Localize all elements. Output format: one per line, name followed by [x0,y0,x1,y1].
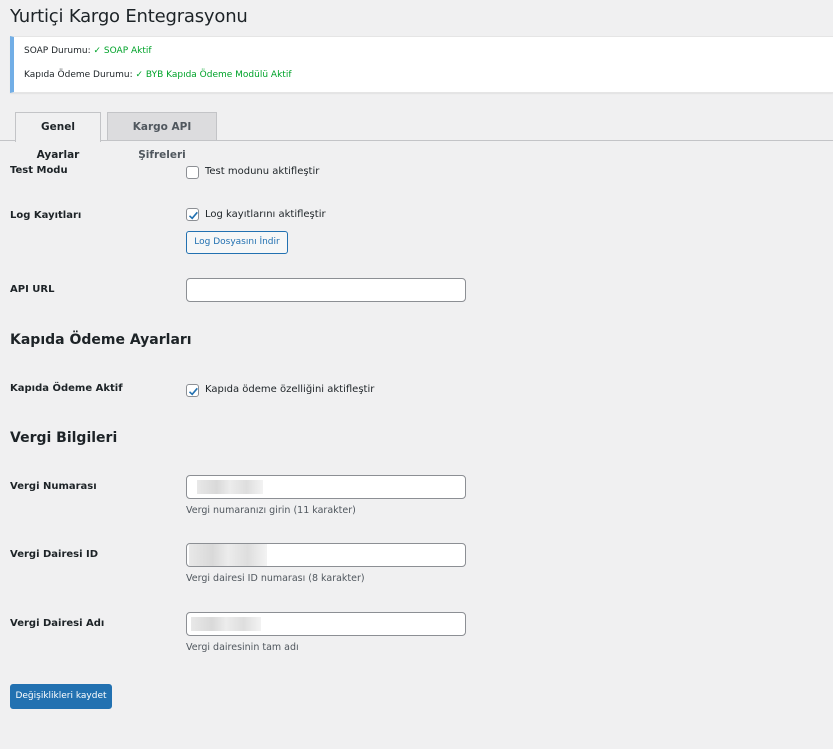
soap-status-label: SOAP Durumu: [24,46,91,56]
tax-info-heading: Vergi Bilgileri [10,430,118,446]
save-changes-button[interactable]: Değişiklikleri kaydet [10,684,112,709]
cod-active-checkbox-label[interactable]: Kapıda ödeme özelliğini aktifleştir [205,384,374,395]
log-records-checkbox[interactable] [186,208,199,221]
tabs-divider [0,140,833,141]
tax-office-id-label: Vergi Dairesi ID [10,549,99,560]
api-url-input[interactable] [186,278,466,302]
test-mode-checkbox[interactable] [186,166,199,179]
redacted-value [197,480,263,494]
cod-active-label: Kapıda Ödeme Aktif [10,383,123,394]
cod-active-checkbox[interactable] [186,384,199,397]
tab-general-settings[interactable]: Genel Ayarlar [15,112,101,161]
tax-office-id-description: Vergi dairesi ID numarası (8 karakter) [186,573,365,584]
tab-cargo-api-passwords[interactable]: Kargo API Şifreleri [107,112,217,161]
download-log-button[interactable]: Log Dosyasını İndir [186,231,288,254]
tax-number-input[interactable] [186,475,466,499]
cod-status-label: Kapıda Ödeme Durumu: [24,70,133,80]
checkmark-icon [188,211,198,220]
redacted-value [189,544,267,566]
cod-status-value: ✓ BYB Kapıda Ödeme Modülü Aktif [135,70,292,80]
tax-office-name-label: Vergi Dairesi Adı [10,618,105,629]
log-records-label: Log Kayıtları [10,210,82,221]
tax-office-name-input[interactable] [186,612,466,636]
tax-number-label: Vergi Numarası [10,481,97,492]
test-mode-checkbox-label[interactable]: Test modunu aktifleştir [205,166,319,177]
cod-status-row: Kapıda Ödeme Durumu: ✓ BYB Kapıda Ödeme … [24,70,291,80]
soap-status-value: ✓ SOAP Aktif [93,46,152,56]
soap-status-row: SOAP Durumu: ✓ SOAP Aktif [24,46,152,56]
tax-office-name-description: Vergi dairesinin tam adı [186,642,299,653]
api-url-label: API URL [10,284,55,295]
status-notice: SOAP Durumu: ✓ SOAP Aktif Kapıda Ödeme D… [10,36,833,93]
tax-number-description: Vergi numaranızı girin (11 karakter) [186,505,356,516]
checkmark-icon [188,387,198,396]
log-records-checkbox-label[interactable]: Log kayıtlarını aktifleştir [205,209,326,220]
cod-settings-heading: Kapıda Ödeme Ayarları [10,332,192,348]
page-title: Yurtiçi Kargo Entegrasyonu [10,6,248,27]
redacted-value [191,617,261,631]
tax-office-id-input[interactable] [186,543,466,567]
